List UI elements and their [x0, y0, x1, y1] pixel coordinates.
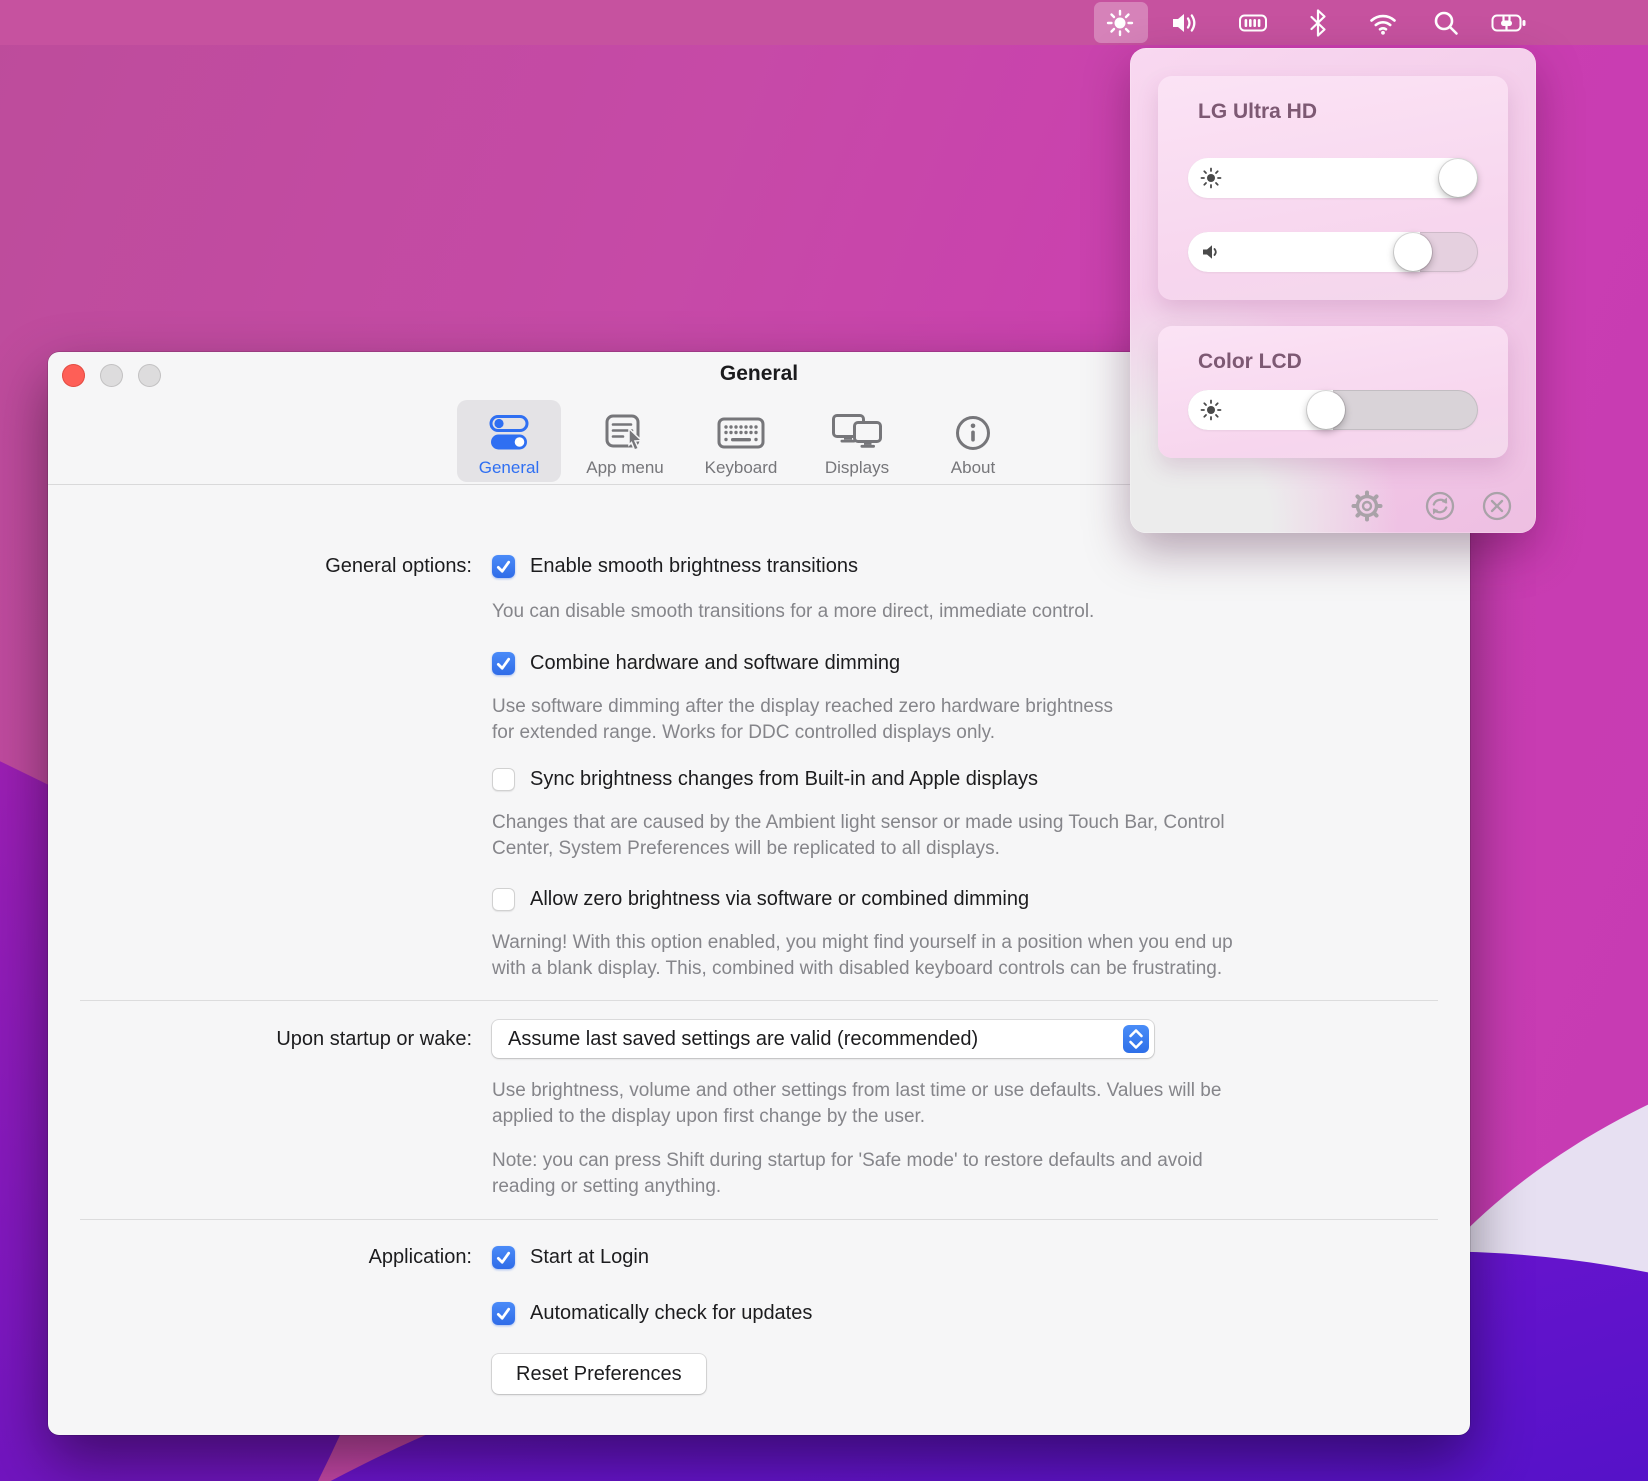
option-label: Sync brightness changes from Built-in an… — [530, 768, 1038, 791]
reset-preferences-button[interactable]: Reset Preferences — [492, 1354, 706, 1394]
tab-keyboard[interactable]: Keyboard — [689, 400, 793, 482]
startup-note: Note: you can press Shift during startup… — [492, 1148, 1203, 1200]
display-name: LG Ultra HD — [1198, 100, 1317, 124]
sun-icon — [1200, 399, 1222, 421]
info-icon — [954, 410, 992, 456]
volume-icon[interactable] — [1169, 8, 1199, 38]
keyboard-brightness-icon[interactable] — [1238, 8, 1268, 38]
option-row: Enable smooth brightness transitions — [492, 555, 858, 578]
general-options-label: General options: — [48, 555, 472, 578]
toolbar-tabs: General App menu — [457, 400, 1025, 482]
checkbox-smooth-transitions[interactable] — [492, 555, 515, 578]
settings-gear-icon[interactable] — [1349, 488, 1385, 524]
section-divider — [80, 1000, 1438, 1001]
tab-label: Keyboard — [705, 458, 778, 478]
battery-charging-icon[interactable] — [1491, 8, 1529, 38]
search-icon[interactable] — [1431, 8, 1461, 38]
option-label: Allow zero brightness via software or co… — [530, 888, 1029, 911]
display-card-color-lcd: Color LCD — [1158, 326, 1508, 458]
option-description: You can disable smooth transitions for a… — [492, 599, 1094, 625]
brightness-popover: LG Ultra HD — [1130, 48, 1536, 533]
tab-label: Displays — [825, 458, 889, 478]
option-description: Changes that are caused by the Ambient l… — [492, 810, 1225, 862]
checkbox-sync-brightness[interactable] — [492, 768, 515, 791]
section-divider — [80, 1219, 1438, 1220]
tab-app-menu[interactable]: App menu — [573, 400, 677, 482]
option-row: Automatically check for updates — [492, 1302, 812, 1325]
option-label: Enable smooth brightness transitions — [530, 555, 858, 578]
toggles-icon — [487, 410, 531, 456]
tab-about[interactable]: About — [921, 400, 1025, 482]
checkbox-start-at-login[interactable] — [492, 1246, 515, 1269]
checkbox-combine-dimming[interactable] — [492, 652, 515, 675]
brightness-icon[interactable] — [1105, 8, 1135, 38]
checkbox-auto-updates[interactable] — [492, 1302, 515, 1325]
slider-knob[interactable] — [1307, 391, 1345, 429]
volume-slider[interactable] — [1188, 232, 1478, 272]
slider-fill — [1188, 158, 1478, 198]
option-row: Start at Login — [492, 1246, 649, 1269]
option-row: Combine hardware and software dimming — [492, 652, 900, 675]
keyboard-icon — [717, 410, 765, 456]
slider-fill — [1188, 232, 1420, 272]
startup-description: Use brightness, volume and other setting… — [492, 1078, 1221, 1130]
option-row: Allow zero brightness via software or co… — [492, 888, 1029, 911]
brightness-slider[interactable] — [1188, 390, 1478, 430]
displays-icon — [831, 410, 883, 456]
refresh-icon[interactable] — [1422, 488, 1458, 524]
bluetooth-icon[interactable] — [1303, 8, 1333, 38]
option-description: Use software dimming after the display r… — [492, 694, 1113, 746]
startup-select-value: Assume last saved settings are valid (re… — [508, 1020, 978, 1058]
startup-label: Upon startup or wake: — [48, 1028, 472, 1051]
select-chevrons-icon — [1123, 1025, 1149, 1053]
app-menu-icon — [604, 410, 646, 456]
menu-bar — [0, 0, 1648, 45]
tab-label: General — [479, 458, 539, 478]
option-label: Combine hardware and software dimming — [530, 652, 900, 675]
close-popover-icon[interactable] — [1479, 488, 1515, 524]
wifi-icon[interactable] — [1368, 8, 1398, 38]
option-description: Warning! With this option enabled, you m… — [492, 930, 1233, 982]
tab-label: App menu — [586, 458, 664, 478]
option-row: Sync brightness changes from Built-in an… — [492, 768, 1038, 791]
application-label: Application: — [48, 1246, 472, 1269]
startup-select[interactable]: Assume last saved settings are valid (re… — [492, 1020, 1154, 1058]
speaker-icon — [1200, 241, 1222, 263]
brightness-slider[interactable] — [1188, 158, 1478, 198]
tab-general[interactable]: General — [457, 400, 561, 482]
option-label: Start at Login — [530, 1246, 649, 1269]
checkbox-zero-brightness[interactable] — [492, 888, 515, 911]
display-name: Color LCD — [1198, 350, 1302, 374]
display-card-lg-ultra-hd: LG Ultra HD — [1158, 76, 1508, 300]
slider-knob[interactable] — [1394, 233, 1432, 271]
option-label: Automatically check for updates — [530, 1302, 812, 1325]
tab-displays[interactable]: Displays — [805, 400, 909, 482]
sun-icon — [1200, 167, 1222, 189]
tab-label: About — [951, 458, 995, 478]
slider-knob[interactable] — [1439, 159, 1477, 197]
